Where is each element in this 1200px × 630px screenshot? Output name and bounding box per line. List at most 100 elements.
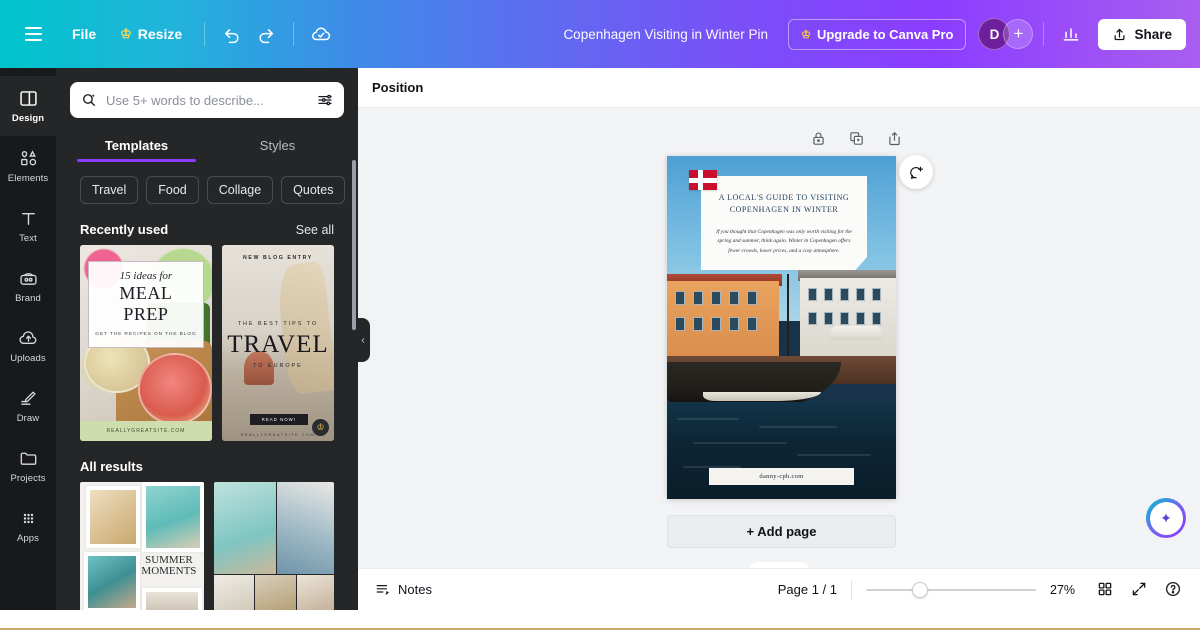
panel-tabs: Templates Styles [56,132,358,162]
fullscreen-icon[interactable] [1130,580,1150,600]
draw-icon [20,391,36,405]
apps-icon [23,513,33,524]
collage-photo [142,588,202,610]
sidebar-item-design[interactable]: Design [0,76,56,136]
template-main-title: TRAVEL [227,331,329,358]
template-cta-label: READ NOW! [249,414,308,425]
upgrade-to-pro-button[interactable]: ♔ Upgrade to Canva Pro [788,18,967,50]
collage-photo [142,482,204,552]
all-results-list: SUMMER MOMENTS [56,482,358,610]
section-title: Recently used [80,222,169,237]
document-title[interactable]: Copenhagen Visiting in Winter Pin [563,27,768,42]
chip-collage[interactable]: Collage [206,176,274,204]
design-canvas[interactable]: danny-cph.com A LOCAL'S GUIDE TO VISITIN… [667,156,896,499]
bar-chart-icon[interactable] [1054,17,1088,51]
magic-ai-button[interactable]: ✦ [1146,498,1186,538]
toolbar-divider-2 [293,22,295,46]
tab-styles[interactable]: Styles [207,132,348,162]
projects-icon [20,452,36,465]
file-menu-label: File [72,26,97,42]
design-mast [787,274,789,366]
sidebar-item-draw[interactable]: Draw [0,376,56,436]
search-box[interactable] [70,82,344,118]
export-page-icon[interactable] [886,130,906,150]
status-divider [851,579,852,600]
tab-templates[interactable]: Templates [66,132,207,162]
template-card-beach-grid[interactable] [213,482,334,610]
hamburger-icon[interactable] [14,15,52,53]
grid-view-icon[interactable] [1096,580,1116,600]
search-input[interactable] [106,92,308,108]
collage-photo [86,486,140,548]
collage-photo-image [276,482,334,574]
zoom-slider-track [866,588,1036,591]
share-button[interactable]: Share [1098,18,1186,50]
collage-photo-image [296,575,334,610]
collapse-panel-button[interactable]: ‹ [356,318,370,362]
collage-photo [84,552,140,610]
resize-button[interactable]: ♔ Resize [108,19,194,49]
sidebar-item-text[interactable]: Text [0,196,56,256]
redo-icon[interactable] [249,17,283,51]
template-card-travel-europe[interactable]: NEW BLOG ENTRY THE BEST TIPS TO TRAVEL T… [221,245,334,441]
elements-icon [20,150,36,166]
design-title-line-2: COPENHAGEN IN WINTER [729,205,839,215]
undo-icon[interactable] [215,17,249,51]
recently-used-list: 15 ideas for MEAL PREP GET THE RECIPES O… [56,245,358,441]
top-bar: File ♔ Resize Copenhagen Visiting in Win… [0,0,1200,68]
recently-used-header: Recently used See all [56,204,358,245]
sidebar-item-label: Draw [16,413,40,424]
cloud-saved-icon[interactable] [304,17,338,51]
text-icon [21,212,35,225]
template-card-summer-moments[interactable]: SUMMER MOMENTS [80,482,204,610]
position-button[interactable]: Position [372,80,423,95]
tab-label: Templates [104,138,169,153]
canva-editor-window: File ♔ Resize Copenhagen Visiting in Win… [0,0,1200,630]
template-sub-label-2: TO EUROPE [253,363,303,369]
toolbar-divider-1 [204,22,206,46]
template-card-meal-prep[interactable]: 15 ideas for MEAL PREP GET THE RECIPES O… [80,245,212,441]
panel-scrollbar[interactable] [352,160,356,330]
add-comment-icon [909,166,923,179]
chip-quotes[interactable]: Quotes [281,176,346,204]
add-comment-button[interactable] [899,155,933,189]
sidebar-item-uploads[interactable]: Uploads [0,316,56,376]
left-rail: Design Elements Text Brand Uploads Draw … [0,68,56,610]
sidebar-item-projects[interactable]: Projects [0,436,56,496]
sidebar-item-elements[interactable]: Elements [0,136,56,196]
share-label: Share [1134,26,1172,42]
sidebar-item-label: Projects [10,473,46,484]
add-page-button[interactable]: + Add page [667,515,896,548]
chip-food[interactable]: Food [146,176,199,204]
uploads-icon [18,331,36,344]
collage-photo-image [90,490,136,544]
duplicate-icon[interactable] [848,130,868,150]
search-area [56,68,358,118]
zoom-slider-handle[interactable] [911,581,928,598]
chevron-left-icon: ‹ [361,334,365,346]
share-upload-icon [1114,28,1125,40]
design-panel: Templates Styles Travel Food Collage Quo… [56,68,358,610]
resize-label: Resize [137,26,183,42]
sidebar-item-brand[interactable]: Brand [0,256,56,316]
lock-icon[interactable] [810,130,830,150]
filter-sliders-icon [318,94,332,106]
see-all-link[interactable]: See all [296,223,334,237]
template-line-3: GET THE RECIPES ON THE BLOG [95,332,197,337]
page-floating-tools [810,130,906,150]
chip-travel[interactable]: Travel [80,176,139,204]
magic-sparkle-icon: ✦ [1149,501,1183,535]
design-title: A LOCAL'S GUIDE TO VISITING COPENHAGEN I… [713,192,855,217]
add-collaborator-button[interactable]: + [1003,19,1034,49]
top-bar-left: File ♔ Resize [14,15,338,53]
design-body-text: If you thought that Copenhagen was only … [716,228,852,254]
zoom-slider[interactable] [866,581,1036,598]
file-menu-button[interactable]: File [60,19,108,49]
sidebar-item-apps[interactable]: Apps [0,496,56,556]
help-icon[interactable] [1164,580,1184,600]
design-icon [19,91,37,106]
notes-button[interactable]: Notes [374,581,432,598]
collage-photo-image [88,556,136,608]
notes-icon [376,585,389,596]
magic-search-icon [83,94,95,106]
